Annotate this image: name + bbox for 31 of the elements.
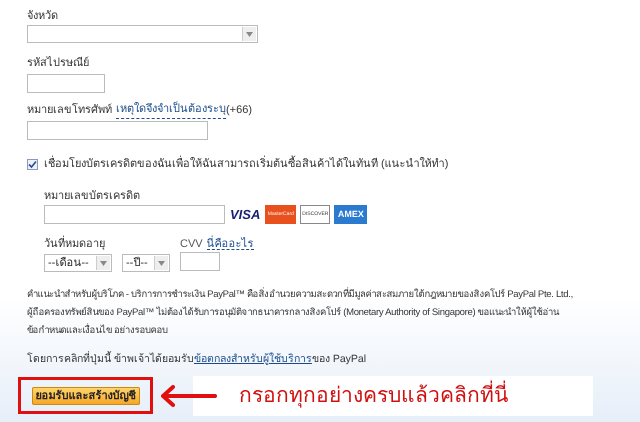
checkbox[interactable] bbox=[27, 158, 38, 170]
field-label: รหัสไปรษณีย์ bbox=[27, 55, 90, 69]
notice-text: ผู้ถือครองทรัพย์สินของ PayPal™ ไม่ต้องได้รับการอนุมัติจากธนาคารกลางสิงคโปร์ (Monetary Authority of Singapore) ขอแนะนำให้ผู้ใช้อ่าน bbox=[27, 305, 560, 320]
province-select[interactable] bbox=[27, 25, 258, 43]
field-label: หมายเลขบัตรเครดิต bbox=[44, 188, 141, 202]
field-label: วันที่หมดอายุ bbox=[44, 236, 170, 250]
annotation-text: กรอกทุกอย่างครบแล้วคลิกที่นี่ bbox=[239, 380, 508, 412]
phone-field[interactable] bbox=[27, 121, 208, 140]
notice-text: ข้อกำหนดและเงื่อนไข อย่างรอบคอบ bbox=[27, 322, 169, 338]
terms-link[interactable]: ข้อตกลงสำหรับผู้ใช้บริการ bbox=[194, 353, 312, 365]
field-label: CVV bbox=[180, 237, 203, 250]
caret-icon bbox=[242, 27, 256, 41]
cvv-field[interactable] bbox=[180, 252, 220, 271]
year-select[interactable]: --ปี-- bbox=[122, 254, 170, 272]
country-code: (+66) bbox=[226, 102, 252, 118]
caret-icon bbox=[96, 256, 110, 270]
caret-icon bbox=[154, 256, 168, 270]
checkbox-label: เชื่อมโยงบัตรเครดิตของฉันเพื่อให้ฉันสามารถเริ่มต้นซื้อสินค้าได้ในทันที (แนะนำให้ทำ) bbox=[44, 156, 448, 172]
card-logo: AMEX bbox=[334, 204, 368, 224]
card-logo: VISA bbox=[229, 206, 262, 224]
help-link[interactable]: นี่คืออะไร bbox=[206, 236, 254, 250]
postal-code-field[interactable] bbox=[27, 74, 105, 93]
submit-button[interactable]: ยอมรับและสร้างบัญชี bbox=[32, 386, 140, 405]
arrow-icon bbox=[161, 384, 217, 407]
agreement-text: โดยการคลิกที่ปุ่มนี้ ข้าพเจ้าได้ยอมรับข้อตกลงสำหรับผู้ใช้บริการของ PayPal bbox=[27, 352, 368, 367]
field-label: หมายเลขโทรศัพท์ bbox=[27, 102, 112, 118]
help-link[interactable]: เหตุใดจึงจำเป็นต้องระบุ bbox=[116, 101, 226, 119]
card-number-field[interactable] bbox=[44, 204, 225, 224]
month-select[interactable]: --เดือน-- bbox=[44, 254, 112, 272]
field-label: จังหวัด bbox=[27, 9, 59, 22]
notice-text: คำแนะนำสำหรับผู้บริโภค - บริการการชำระเงิน PayPal™ คือสิ่งอำนวยความสะดวกที่มีมูลค่าสะสมภายใต้กฎหมายของสิงคโปร์ PayPal Pte. Ltd., bbox=[27, 286, 574, 302]
